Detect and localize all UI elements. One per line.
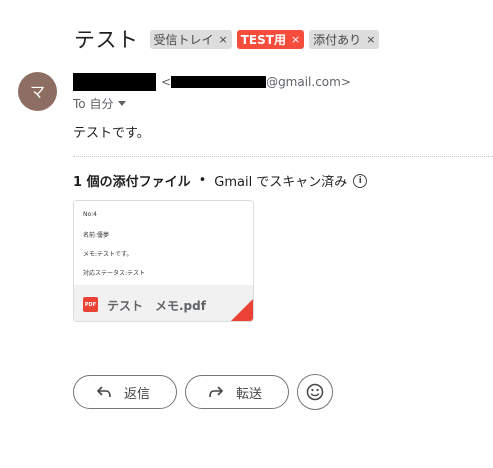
sender-row: < @gmail.com>: [73, 73, 351, 91]
scan-note: Gmail でスキャン済み: [214, 175, 348, 190]
avatar-initial: マ: [29, 83, 45, 101]
email-subject: テスト: [74, 28, 139, 52]
info-icon[interactable]: i: [353, 173, 368, 188]
attachment-preview: No:4 名前:優夢 メモ:テストです。 対応ステータス:テスト: [74, 201, 253, 285]
label-inbox[interactable]: 受信トレイ ×: [149, 29, 232, 49]
attachments-header: 1 個の添付ファイル • Gmail でスキャン済み i: [73, 171, 368, 190]
reply-icon: [96, 386, 111, 398]
email-body: テストです。: [73, 126, 150, 141]
label-test[interactable]: TEST用 ×: [236, 29, 305, 49]
label-inbox-text: 受信トレイ: [153, 32, 214, 47]
chevron-down-icon: [118, 101, 127, 106]
sender-email-open: <: [161, 75, 172, 89]
emoji-reaction-button[interactable]: [297, 374, 333, 410]
forward-icon: [209, 386, 224, 398]
attachment-card[interactable]: No:4 名前:優夢 メモ:テストです。 対応ステータス:テスト PDF テスト…: [73, 200, 254, 322]
sender-email-domain: @gmail.com>: [266, 75, 351, 89]
reply-button[interactable]: 返信: [73, 375, 177, 409]
pdf-badge: PDF: [84, 301, 97, 308]
recipient-text: To 自分: [73, 97, 114, 111]
attachment-filename: テスト メモ.pdf: [107, 299, 206, 313]
sender-name-redacted[interactable]: [73, 73, 156, 91]
reply-label: 返信: [124, 386, 151, 402]
forward-button[interactable]: 転送: [185, 375, 289, 409]
label-attachment-text: 添付あり: [313, 32, 362, 47]
attachment-count: 1 個の添付ファイル: [73, 175, 191, 190]
preview-line: 対応ステータス:テスト: [83, 270, 146, 277]
page-fold-icon: [231, 299, 253, 321]
label-attachment[interactable]: 添付あり ×: [309, 29, 380, 49]
preview-line: メモ:テストです。: [83, 251, 133, 258]
recipient-details-toggle[interactable]: To 自分: [73, 95, 127, 112]
subject-row: テスト 受信トレイ × TEST用 × 添付あり ×: [74, 24, 384, 54]
remove-label-icon[interactable]: ×: [219, 33, 228, 46]
remove-label-icon[interactable]: ×: [366, 33, 375, 46]
preview-line: No:4: [83, 211, 97, 218]
attachment-file-row: PDF テスト メモ.pdf: [74, 285, 253, 321]
forward-label: 転送: [236, 386, 263, 402]
sender-avatar[interactable]: マ: [18, 72, 57, 111]
sender-email-redacted: [171, 76, 267, 88]
emoji-icon: [306, 383, 324, 401]
separator: •: [198, 173, 207, 188]
remove-label-icon[interactable]: ×: [291, 33, 300, 46]
label-test-text: TEST用: [240, 32, 286, 47]
divider: [73, 156, 493, 157]
pdf-icon: PDF: [83, 297, 98, 312]
preview-line: 名前:優夢: [83, 232, 110, 239]
